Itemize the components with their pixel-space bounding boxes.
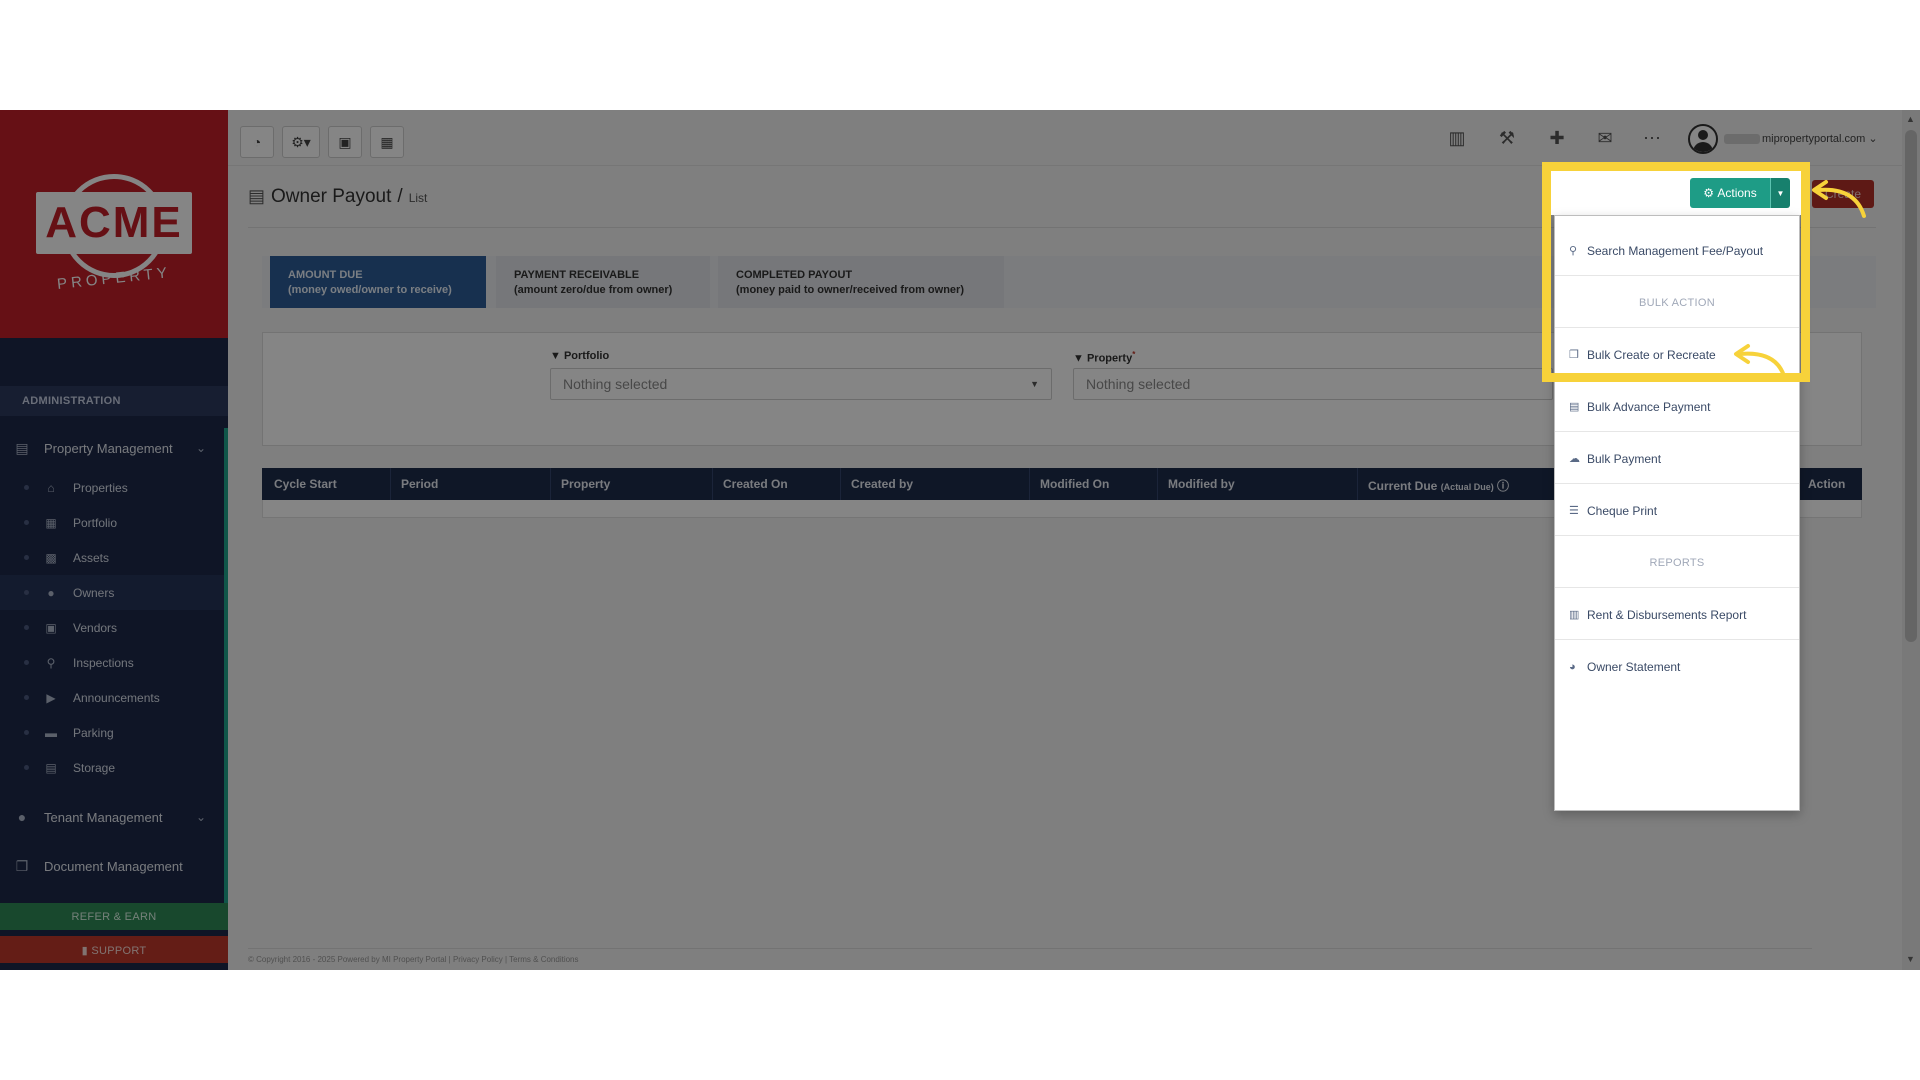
menu-item-cheque-print[interactable]: ☰ Cheque Print xyxy=(1555,486,1799,536)
menu-item-bulk-payment[interactable]: ☁ Bulk Payment xyxy=(1555,434,1799,484)
menu-item-label: Bulk Payment xyxy=(1587,451,1662,466)
cloud-icon: ☁ xyxy=(1569,453,1580,465)
menu-item-label: Bulk Advance Payment xyxy=(1587,399,1711,414)
menu-item-label: Cheque Print xyxy=(1587,503,1658,518)
menu-section-reports: REPORTS xyxy=(1555,538,1799,588)
menu-item-label: Owner Statement xyxy=(1587,660,1681,674)
menu-item-bulk-advance-payment[interactable]: ▤ Bulk Advance Payment xyxy=(1555,382,1799,432)
bar-chart-icon: ▥ xyxy=(1569,609,1580,621)
list-icon: ☰ xyxy=(1569,505,1579,517)
menu-item-rent-disbursements-report[interactable]: ▥ Rent & Disbursements Report xyxy=(1555,590,1799,640)
document-icon: ▤ xyxy=(1569,401,1580,413)
pointer-arrow-icon xyxy=(1812,180,1866,218)
pie-chart-icon: ◕ xyxy=(1569,661,1576,673)
menu-item-label: Rent & Disbursements Report xyxy=(1587,607,1747,622)
app-window: ACME PROPERTY ADMINISTRATION ▤ Property … xyxy=(0,110,1920,970)
menu-item-owner-statement[interactable]: ◕ Owner Statement xyxy=(1555,642,1799,692)
pointer-arrow-icon xyxy=(1734,344,1786,378)
